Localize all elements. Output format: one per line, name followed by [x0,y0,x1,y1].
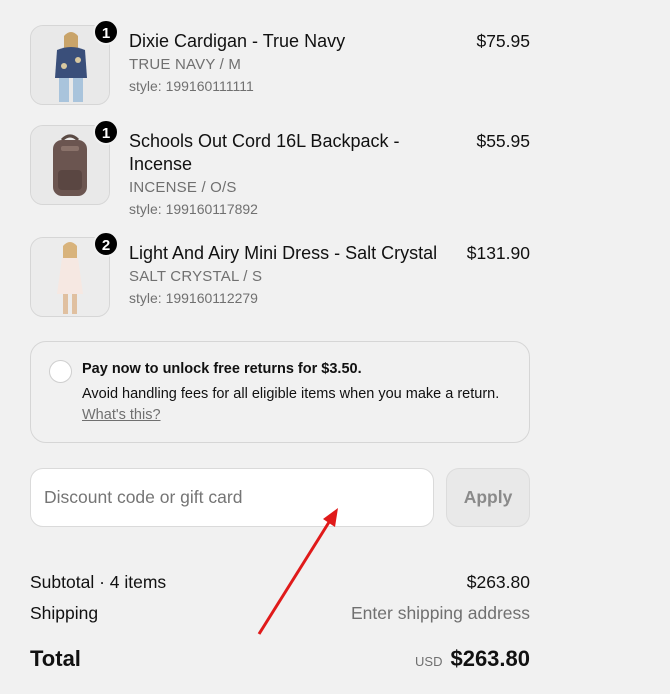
shipping-value: Enter shipping address [351,603,530,623]
total-label: Total [30,646,81,671]
item-name: Dixie Cardigan - True Navy [129,31,346,51]
line-item: 1 Dixie Cardigan - True Navy TRUE NAVY /… [30,19,530,105]
subtotal-row: Subtotal · 4 items $263.80 [30,572,530,593]
item-price: $55.95 [476,131,530,151]
product-thumbnail: 1 [30,119,119,205]
item-name: Light And Airy Mini Dress - Salt Crystal [129,243,438,263]
total-value: $263.80 [450,646,530,671]
item-variant: TRUE NAVY / M [129,56,242,73]
item-style: style: 199160112279 [129,290,258,306]
currency-code: USD [415,654,443,669]
shipping-row: Shipping Enter shipping address [30,603,530,624]
item-price: $75.95 [476,31,530,51]
subtotal-value: $263.80 [466,572,530,592]
item-price: $131.90 [466,243,530,263]
total-amount-group: USD $263.80 [415,646,530,672]
item-info: Dixie Cardigan - True Navy TRUE NAVY / M… [110,25,476,105]
apply-button[interactable]: Apply [446,468,530,527]
free-returns-checkbox[interactable] [49,360,72,383]
product-thumbnail: 2 [30,231,119,317]
line-item: 1 Schools Out Cord 16L Backpack - Incens… [30,119,530,217]
quantity-badge: 2 [93,231,119,257]
subtotal-label: Subtotal · 4 items [30,572,167,592]
quantity-badge: 1 [93,19,119,45]
item-info: Schools Out Cord 16L Backpack - Incense … [110,125,476,217]
discount-code-input[interactable] [30,468,434,527]
quantity-badge: 1 [93,119,119,145]
item-info: Light And Airy Mini Dress - Salt Crystal… [110,237,467,317]
shipping-label: Shipping [30,603,99,623]
item-variant: SALT CRYSTAL / S [129,268,263,285]
line-item: 2 Light And Airy Mini Dress - Salt Cryst… [30,231,530,317]
free-returns-description: Avoid handling fees for all eligible ite… [82,384,502,426]
free-returns-text: Avoid handling fees for all eligible ite… [82,386,500,402]
free-returns-offer: Pay now to unlock free returns for $3.50… [30,341,530,443]
product-thumbnail: 1 [30,19,119,105]
order-summary: 1 Dixie Cardigan - True Navy TRUE NAVY /… [0,0,670,694]
item-style: style: 199160111111 [129,78,254,94]
item-variant: INCENSE / O/S [129,179,237,196]
total-row: Total USD $263.80 [30,646,530,672]
whats-this-link[interactable]: What's this? [82,407,161,423]
item-style: style: 199160117892 [129,201,258,217]
line-items: 1 Dixie Cardigan - True Navy TRUE NAVY /… [30,19,530,317]
item-name: Schools Out Cord 16L Backpack - Incense [129,131,400,174]
free-returns-title: Pay now to unlock free returns for $3.50… [82,361,362,377]
